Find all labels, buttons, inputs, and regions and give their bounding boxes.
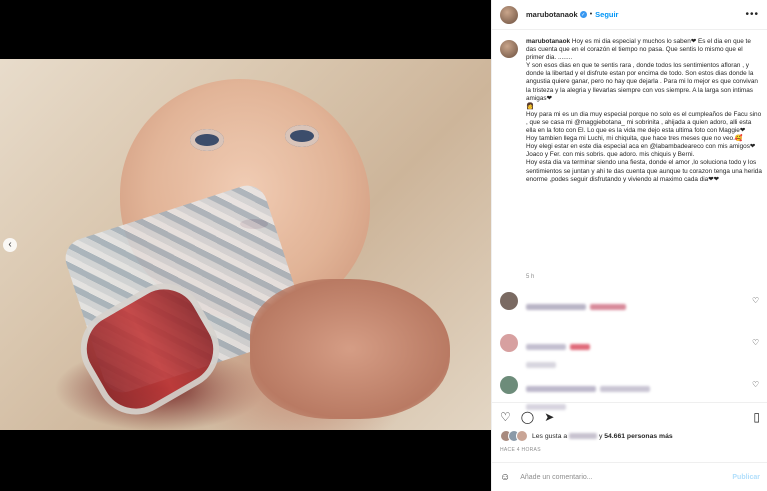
caption-username[interactable]: marubotanaok bbox=[526, 38, 570, 45]
chevron-left-icon[interactable]: ‹ bbox=[3, 238, 17, 252]
avatar[interactable] bbox=[500, 40, 518, 58]
right-eye-shape bbox=[285, 125, 319, 147]
list-item: ♡ bbox=[500, 292, 759, 315]
avatar[interactable] bbox=[500, 5, 518, 24]
blurred-comment bbox=[526, 297, 627, 315]
follow-button[interactable]: Seguir bbox=[595, 10, 618, 19]
blurred-text bbox=[570, 344, 591, 350]
avatar[interactable] bbox=[500, 376, 518, 394]
post-username[interactable]: marubotanaok bbox=[526, 10, 578, 19]
blurred-text bbox=[526, 386, 596, 392]
instagram-post-viewer: ‹ marubotanaok ✓ • Seguir ••• marubotana… bbox=[0, 0, 767, 491]
blurred-text bbox=[526, 304, 586, 310]
caption-text-wrap: marubotanaok Hoy es mi dia especial y mu… bbox=[526, 38, 762, 283]
header-separator: • bbox=[589, 11, 593, 18]
ellipsis-icon[interactable]: ••• bbox=[745, 9, 759, 20]
comment-icon[interactable]: ◯ bbox=[521, 411, 534, 423]
post-header: marubotanaok ✓ • Seguir ••• bbox=[492, 0, 767, 30]
avatar bbox=[516, 430, 528, 442]
add-comment-bar: ☺ Añade un comentario... Publicar bbox=[492, 462, 767, 491]
likes-text: Les gusta a y 54.661 personas más bbox=[532, 433, 673, 440]
heart-icon[interactable]: ♡ bbox=[500, 411, 511, 423]
bookmark-icon[interactable]: ▯ bbox=[753, 411, 760, 423]
avatar[interactable] bbox=[500, 292, 518, 310]
post-photo[interactable] bbox=[0, 59, 491, 430]
blurred-text bbox=[600, 386, 651, 392]
avatar[interactable] bbox=[500, 334, 518, 352]
likes-row: Les gusta a y 54.661 personas más bbox=[500, 430, 673, 442]
blurred-username[interactable] bbox=[569, 432, 598, 439]
paper-plane-icon[interactable]: ➤ bbox=[544, 411, 554, 423]
smiley-icon[interactable]: ☺ bbox=[500, 472, 510, 483]
blurred-text bbox=[590, 304, 627, 310]
action-bar: ♡ ◯ ➤ ▯ bbox=[492, 402, 767, 424]
likes-prefix: Les gusta a bbox=[532, 432, 568, 440]
comment-input[interactable]: Añade un comentario... bbox=[520, 474, 592, 481]
likes-count[interactable]: 54.661 personas más bbox=[604, 433, 672, 440]
blurred-text bbox=[526, 362, 556, 368]
blurred-text bbox=[526, 344, 566, 350]
publish-button[interactable]: Publicar bbox=[732, 474, 760, 481]
verified-badge-icon: ✓ bbox=[579, 11, 587, 18]
blurred-comment bbox=[526, 337, 591, 373]
caption-time: 5 h bbox=[526, 274, 535, 280]
caption-block: marubotanaok Hoy es mi dia especial y mu… bbox=[500, 38, 762, 283]
left-eye-shape bbox=[190, 129, 224, 151]
post-side-panel: marubotanaok ✓ • Seguir ••• marubotanaok… bbox=[491, 0, 767, 491]
post-timestamp: HACE 4 HORAS bbox=[500, 447, 541, 453]
caption-text: Hoy es mi dia especial y muchos lo saben… bbox=[526, 38, 762, 183]
list-item: ♡ bbox=[500, 376, 759, 410]
likes-connector: y bbox=[598, 432, 603, 440]
list-item: ♡ bbox=[500, 334, 759, 368]
hand-shape bbox=[250, 279, 450, 419]
